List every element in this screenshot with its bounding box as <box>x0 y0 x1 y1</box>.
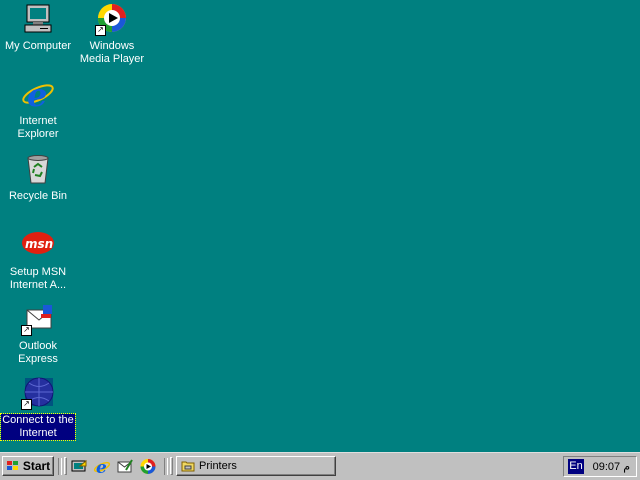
start-label: Start <box>22 459 51 473</box>
shortcut-arrow-icon: ↗ <box>21 399 32 410</box>
task-area-grip[interactable] <box>170 457 173 475</box>
svg-text:msn: msn <box>25 237 53 251</box>
taskbar: Start e Printers En 09:07 م <box>0 452 640 480</box>
clock[interactable]: 09:07 م <box>593 460 630 473</box>
desktop-icon-label: Setup MSN Internet A... <box>9 266 67 291</box>
outlook-express-icon: ↗ <box>21 302 55 336</box>
desktop-icon-internet-explorer[interactable]: e Internet Explorer <box>0 76 76 141</box>
desktop-icon-windows-media-player[interactable]: ↗ Windows Media Player <box>74 2 150 66</box>
svg-text:e: e <box>27 77 47 111</box>
desktop-icon-label: Outlook Express <box>18 340 58 365</box>
show-desktop-icon[interactable] <box>70 458 88 475</box>
desktop-icon-label: Recycle Bin <box>8 190 68 202</box>
task-button-label: Printers <box>199 460 237 472</box>
msn-icon: msn <box>21 228 55 262</box>
desktop-icon-label: Connect to the Internet <box>0 413 76 441</box>
internet-explorer-icon: e <box>21 76 55 114</box>
desktop-icon-label: Internet Explorer <box>17 115 59 140</box>
internet-explorer-icon[interactable]: e <box>93 458 111 478</box>
windows-logo-icon <box>6 460 20 472</box>
shortcut-arrow-icon: ↗ <box>95 25 106 36</box>
shortcut-arrow-icon: ↗ <box>21 325 32 336</box>
taskbar-separator <box>58 458 62 475</box>
quick-launch-grip[interactable] <box>64 457 67 475</box>
language-indicator[interactable]: En <box>568 459 584 474</box>
svg-text:e: e <box>96 458 107 475</box>
my-computer-icon <box>21 2 55 36</box>
desktop[interactable]: My Computer ↗ Windows Media Player e Int… <box>0 0 640 452</box>
outlook-express-icon[interactable] <box>116 458 134 475</box>
system-tray: En 09:07 م <box>563 456 637 477</box>
media-player-icon[interactable] <box>139 458 157 475</box>
task-button-printers[interactable]: Printers <box>176 456 336 476</box>
desktop-icon-setup-msn[interactable]: msn Setup MSN Internet A... <box>0 228 76 292</box>
desktop-icon-my-computer[interactable]: My Computer <box>0 2 76 53</box>
desktop-icon-outlook-express[interactable]: ↗ Outlook Express <box>0 302 76 366</box>
start-button[interactable]: Start <box>2 456 54 476</box>
desktop-icon-connect-to-internet[interactable]: ↗ Connect to the Internet <box>0 376 76 441</box>
media-player-icon: ↗ <box>95 2 129 36</box>
desktop-icon-label: Windows Media Player <box>79 40 145 65</box>
recycle-bin-icon <box>21 152 55 186</box>
desktop-icon-label: My Computer <box>4 40 72 52</box>
connect-internet-icon: ↗ <box>21 376 55 410</box>
taskbar-separator <box>164 458 168 475</box>
printers-folder-icon <box>181 460 195 472</box>
desktop-icon-recycle-bin[interactable]: Recycle Bin <box>0 152 76 203</box>
